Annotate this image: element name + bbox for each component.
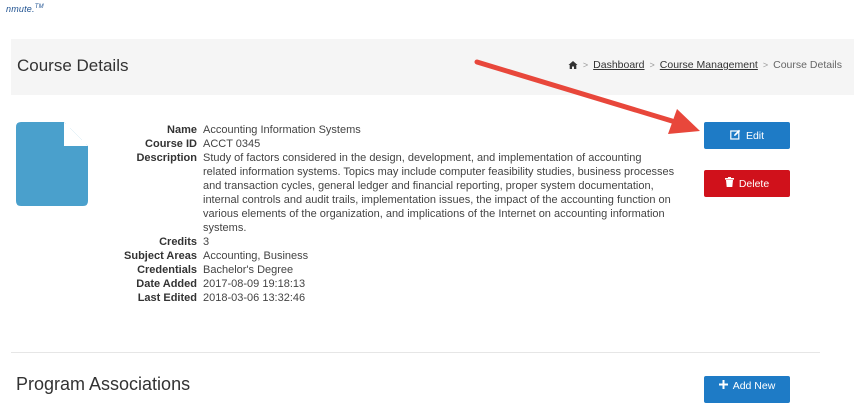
credits-label: Credits bbox=[159, 236, 197, 248]
last-edited-label: Last Edited bbox=[137, 292, 197, 304]
program-associations-title: Program Associations bbox=[16, 374, 191, 394]
home-icon[interactable] bbox=[568, 60, 578, 70]
credentials-value: Bachelor's Degree bbox=[203, 264, 294, 276]
breadcrumb: > Dashboard > Course Management > Course… bbox=[568, 59, 842, 71]
detail-row-last-edited: Last Edited 2018-03-06 13:32:46 bbox=[108, 291, 675, 305]
name-value: Accounting Information Systems bbox=[203, 124, 361, 136]
detail-row-description: Description Study of factors considered … bbox=[108, 151, 675, 235]
breadcrumb-separator: > bbox=[582, 60, 589, 70]
section-divider bbox=[11, 352, 820, 353]
add-new-button[interactable]: Add New bbox=[704, 376, 790, 403]
date-added-label: Date Added bbox=[136, 278, 197, 290]
delete-button-label: Delete bbox=[738, 177, 770, 190]
document-icon bbox=[16, 122, 88, 206]
description-label: Description bbox=[136, 152, 197, 164]
breadcrumb-separator: > bbox=[649, 60, 655, 70]
detail-row-date-added: Date Added 2017-08-09 19:18:13 bbox=[108, 277, 675, 291]
edit-button-label: Edit bbox=[745, 129, 765, 142]
edit-button[interactable]: Edit bbox=[704, 122, 790, 149]
delete-button[interactable]: Delete bbox=[704, 170, 790, 197]
description-value: Study of factors considered in the desig… bbox=[203, 152, 675, 234]
detail-row-subject-areas: Subject Areas Accounting, Business bbox=[108, 249, 675, 263]
date-added-value: 2017-08-09 19:18:13 bbox=[203, 278, 306, 290]
edit-icon bbox=[730, 129, 741, 143]
trash-icon bbox=[724, 177, 734, 190]
name-label: Name bbox=[167, 124, 197, 136]
add-new-button-label: Add New bbox=[732, 380, 776, 392]
credentials-label: Credentials bbox=[137, 264, 197, 276]
brand-logo-text: nmute. bbox=[6, 4, 35, 14]
subject-areas-label: Subject Areas bbox=[124, 250, 197, 262]
course-id-label: Course ID bbox=[145, 138, 197, 150]
breadcrumb-course-management-link[interactable]: Course Management bbox=[660, 59, 758, 71]
breadcrumb-separator: > bbox=[762, 60, 769, 70]
credits-value: 3 bbox=[203, 236, 210, 248]
detail-row-course-id: Course ID ACCT 0345 bbox=[108, 137, 675, 151]
plus-icon bbox=[718, 380, 728, 392]
course-details: Name Accounting Information Systems Cour… bbox=[108, 123, 675, 305]
breadcrumb-current: Course Details bbox=[773, 59, 842, 71]
course-id-value: ACCT 0345 bbox=[203, 138, 261, 150]
last-edited-value: 2018-03-06 13:32:46 bbox=[203, 292, 306, 304]
page-header: Course Details > Dashboard > Course Mana… bbox=[11, 39, 854, 95]
page-title: Course Details bbox=[17, 56, 129, 75]
subject-areas-value: Accounting, Business bbox=[203, 250, 309, 262]
brand-logo[interactable]: nmute.TM bbox=[6, 4, 44, 14]
detail-row-name: Name Accounting Information Systems bbox=[108, 123, 675, 137]
detail-row-credits: Credits 3 bbox=[108, 235, 675, 249]
breadcrumb-dashboard-link[interactable]: Dashboard bbox=[593, 59, 644, 71]
detail-row-credentials: Credentials Bachelor's Degree bbox=[108, 263, 675, 277]
brand-logo-mark: TM bbox=[34, 4, 44, 10]
